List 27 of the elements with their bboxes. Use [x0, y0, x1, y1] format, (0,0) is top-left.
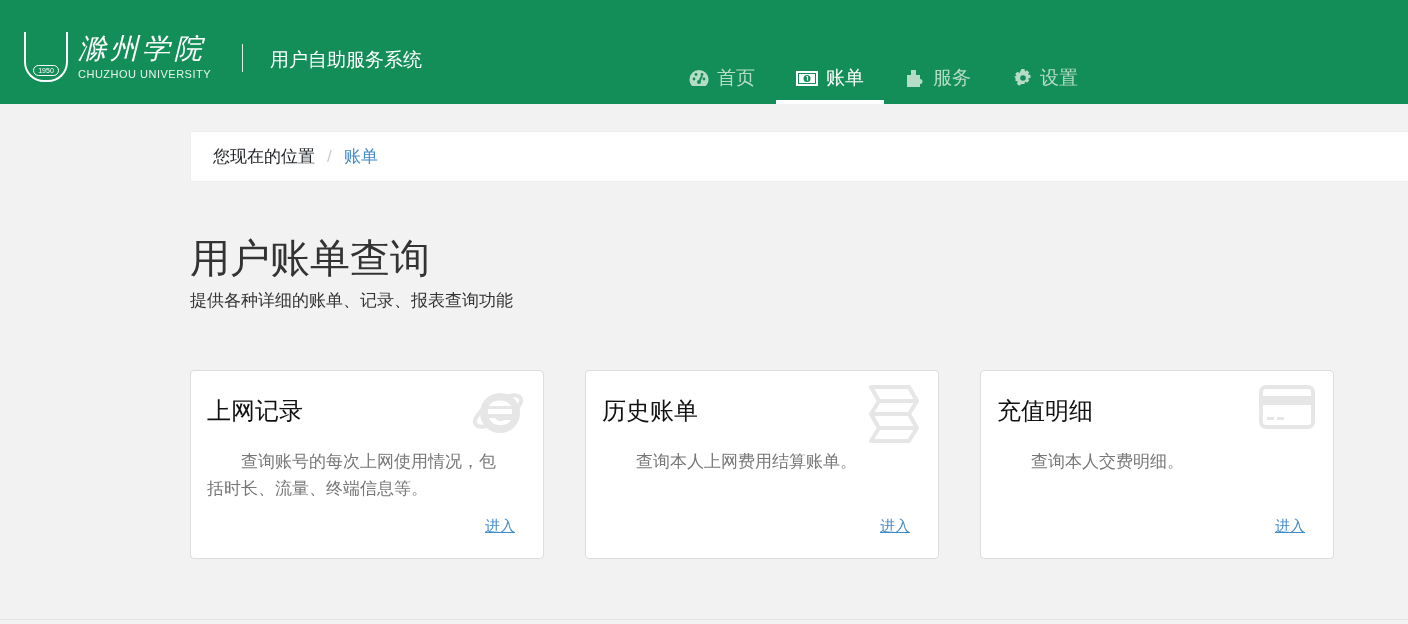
breadcrumb-label: 您现在的位置: [213, 145, 315, 168]
folded-map-icon: [868, 384, 920, 443]
card-description: 查询本人上网费用结算账单。: [635, 450, 858, 473]
breadcrumb-link[interactable]: 账单: [343, 143, 378, 170]
card-title: 上网记录: [207, 396, 303, 426]
system-title: 用户自助服务系统: [270, 48, 423, 72]
card-description: 查询账号的每次上网使用情况，包括时长、流量、终端信息等。: [207, 450, 497, 500]
puzzle-piece-icon: [905, 69, 925, 87]
nav-tab[interactable]: 服务: [884, 66, 993, 104]
credit-card-icon: [1259, 384, 1315, 429]
card-description: 查询本人交费明细。: [1030, 450, 1185, 473]
nav-tab[interactable]: 首页: [668, 66, 777, 104]
dashboard-icon: [689, 69, 710, 87]
nav-tab[interactable]: 设置: [992, 66, 1101, 104]
banknote-icon: [796, 70, 819, 86]
breadcrumb-separator: /: [327, 145, 332, 168]
page-subtitle: 提供各种详细的账单、记录、报表查询功能: [190, 290, 514, 312]
enter-link[interactable]: 进入: [485, 515, 515, 538]
university-english-name: CHUZHOU UNIVERSITY: [78, 68, 212, 80]
page-heading: 用户账单查询: [190, 235, 431, 282]
enter-link[interactable]: 进入: [880, 515, 910, 538]
card-title: 充值明细: [997, 396, 1093, 426]
settings-icon: [1014, 69, 1033, 87]
university-name: 滁州学院: [78, 34, 207, 63]
nav-tab[interactable]: 账单: [776, 66, 885, 104]
card-title: 历史账单: [602, 396, 698, 426]
enter-link[interactable]: 进入: [1275, 515, 1305, 538]
